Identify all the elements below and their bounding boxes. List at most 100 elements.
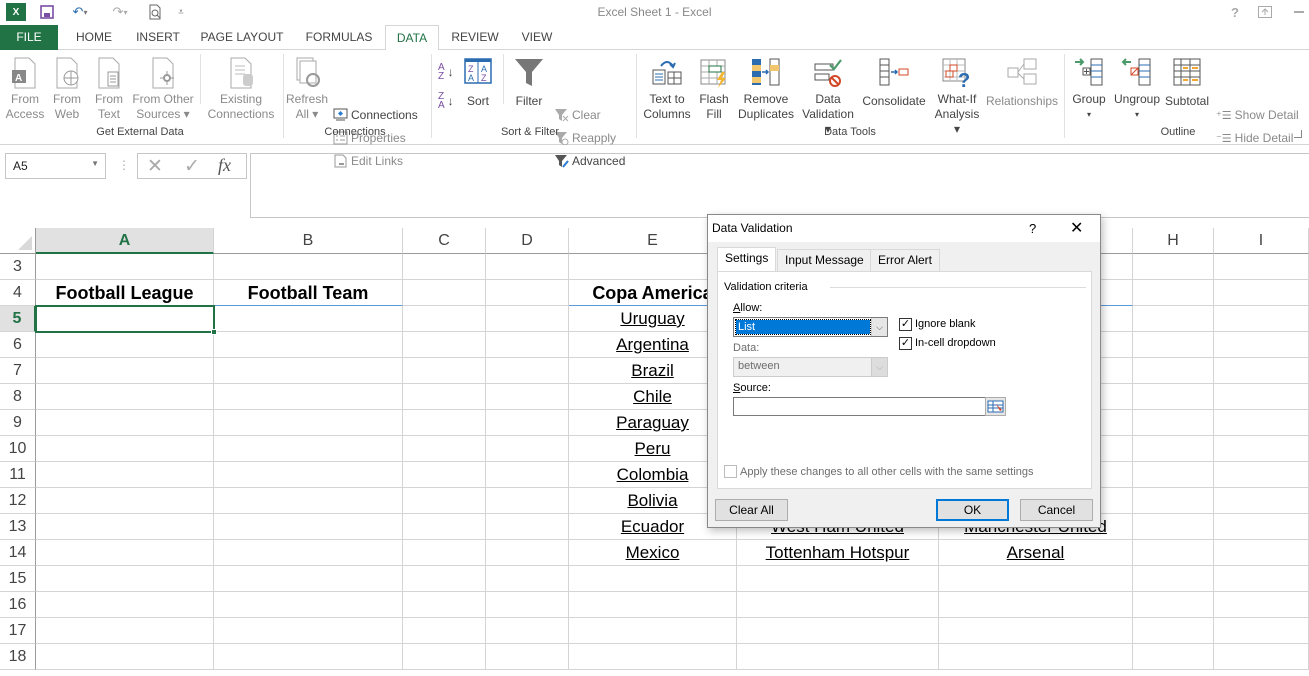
cell-c4[interactable]	[403, 280, 486, 306]
sort-button[interactable]: ZAAZ Sort	[460, 56, 496, 109]
cell-d11[interactable]	[486, 462, 569, 488]
cell-a5[interactable]	[35, 305, 217, 335]
cell-a10[interactable]	[36, 436, 214, 462]
insert-function-icon[interactable]: fx	[218, 155, 231, 176]
cell-g16[interactable]	[939, 592, 1133, 618]
outline-dialog-launcher-icon[interactable]	[1294, 130, 1302, 138]
data-validation-button[interactable]: Data Validation ▾	[798, 56, 858, 137]
cell-c7[interactable]	[403, 358, 486, 384]
cell-c3[interactable]	[403, 254, 486, 280]
subtotal-button[interactable]: Subtotal	[1163, 56, 1211, 109]
dialog-tab-error-alert[interactable]: Error Alert	[870, 249, 941, 271]
cell-a6[interactable]	[36, 332, 214, 358]
cell-h4[interactable]	[1133, 280, 1214, 306]
cell-g17[interactable]	[939, 618, 1133, 644]
tab-data[interactable]: DATA	[385, 25, 439, 51]
column-header-a[interactable]: A	[36, 228, 214, 254]
row-header-16[interactable]: 16	[0, 592, 36, 618]
cell-f15[interactable]	[737, 566, 939, 592]
cell-a9[interactable]	[36, 410, 214, 436]
cell-d16[interactable]	[486, 592, 569, 618]
minimize-icon[interactable]	[1290, 3, 1308, 21]
in-cell-dropdown-checkbox[interactable]: ✓	[899, 337, 912, 350]
row-header-15[interactable]: 15	[0, 566, 36, 592]
cell-b8[interactable]	[214, 384, 403, 410]
cell-c14[interactable]	[403, 540, 486, 566]
existing-connections-button[interactable]: Existing Connections	[204, 56, 278, 122]
cell-e18[interactable]	[569, 644, 737, 670]
ungroup-button[interactable]: Ungroup ▾	[1112, 56, 1162, 122]
filter-button[interactable]: Filter	[510, 56, 548, 109]
cell-b4[interactable]: Football Team	[214, 280, 403, 306]
what-if-analysis-button[interactable]: ? What-If Analysis ▾	[930, 56, 984, 137]
cell-i13[interactable]	[1214, 514, 1309, 540]
cell-h7[interactable]	[1133, 358, 1214, 384]
tab-view[interactable]: VIEW	[514, 25, 560, 50]
tab-review[interactable]: REVIEW	[447, 25, 503, 50]
cell-i9[interactable]	[1214, 410, 1309, 436]
cell-b5[interactable]	[214, 306, 403, 332]
cell-i6[interactable]	[1214, 332, 1309, 358]
tab-page-layout[interactable]: PAGE LAYOUT	[196, 25, 288, 50]
cell-b12[interactable]	[214, 488, 403, 514]
cell-d6[interactable]	[486, 332, 569, 358]
dialog-close-icon[interactable]: ✕	[1070, 218, 1083, 238]
row-header-14[interactable]: 14	[0, 540, 36, 566]
row-header-6[interactable]: 6	[0, 332, 36, 358]
ok-button[interactable]: OK	[936, 499, 1009, 521]
row-header-5[interactable]: 5	[0, 306, 36, 332]
cell-d8[interactable]	[486, 384, 569, 410]
cell-c13[interactable]	[403, 514, 486, 540]
cell-i11[interactable]	[1214, 462, 1309, 488]
cell-b10[interactable]	[214, 436, 403, 462]
cell-h9[interactable]	[1133, 410, 1214, 436]
clear-button[interactable]: Clear	[554, 106, 601, 124]
cell-d4[interactable]	[486, 280, 569, 306]
remove-duplicates-button[interactable]: Remove Duplicates	[737, 56, 795, 122]
cell-a7[interactable]	[36, 358, 214, 384]
cell-a8[interactable]	[36, 384, 214, 410]
tab-file[interactable]: FILE	[0, 25, 58, 50]
cell-d3[interactable]	[486, 254, 569, 280]
row-header-10[interactable]: 10	[0, 436, 36, 462]
dialog-tab-settings[interactable]: Settings	[717, 247, 777, 272]
from-access-button[interactable]: A From Access	[4, 56, 46, 122]
cell-i15[interactable]	[1214, 566, 1309, 592]
cell-a16[interactable]	[36, 592, 214, 618]
allow-dropdown-icon[interactable]: ⌵	[871, 318, 887, 336]
cell-c16[interactable]	[403, 592, 486, 618]
cell-i18[interactable]	[1214, 644, 1309, 670]
cell-b14[interactable]	[214, 540, 403, 566]
cell-b16[interactable]	[214, 592, 403, 618]
dialog-tab-input-message[interactable]: Input Message	[777, 249, 872, 271]
relationships-button[interactable]: Relationships	[986, 56, 1058, 109]
cell-h15[interactable]	[1133, 566, 1214, 592]
cell-d17[interactable]	[486, 618, 569, 644]
cell-a18[interactable]	[36, 644, 214, 670]
cell-h10[interactable]	[1133, 436, 1214, 462]
cell-c8[interactable]	[403, 384, 486, 410]
row-header-11[interactable]: 11	[0, 462, 36, 488]
cell-c5[interactable]	[403, 306, 486, 332]
cell-b18[interactable]	[214, 644, 403, 670]
cell-a12[interactable]	[36, 488, 214, 514]
cell-d7[interactable]	[486, 358, 569, 384]
cell-c18[interactable]	[403, 644, 486, 670]
cell-h11[interactable]	[1133, 462, 1214, 488]
cell-b3[interactable]	[214, 254, 403, 280]
range-selector-button[interactable]	[985, 397, 1006, 416]
cell-b6[interactable]	[214, 332, 403, 358]
cell-b15[interactable]	[214, 566, 403, 592]
cell-f14[interactable]: Tottenham Hotspur	[737, 540, 939, 566]
cell-e14[interactable]: Mexico	[569, 540, 737, 566]
cell-e16[interactable]	[569, 592, 737, 618]
row-header-17[interactable]: 17	[0, 618, 36, 644]
cell-i8[interactable]	[1214, 384, 1309, 410]
formula-input[interactable]	[250, 153, 1309, 218]
cell-i14[interactable]	[1214, 540, 1309, 566]
group-button[interactable]: Group ▾	[1068, 56, 1110, 122]
fill-handle[interactable]	[211, 329, 217, 335]
flash-fill-button[interactable]: Flash Fill	[696, 56, 732, 122]
cell-b13[interactable]	[214, 514, 403, 540]
cell-i4[interactable]	[1214, 280, 1309, 306]
